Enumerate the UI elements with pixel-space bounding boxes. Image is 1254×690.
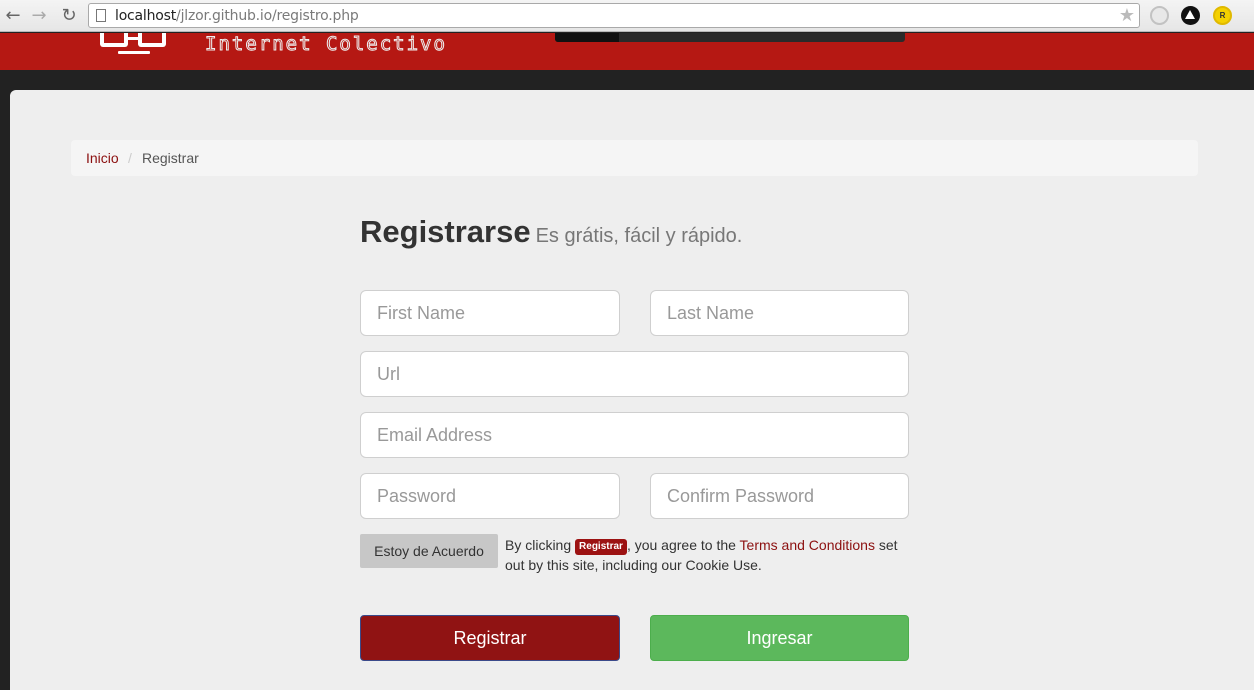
terms-conditions-link[interactable]: Terms and Conditions — [740, 537, 875, 553]
first-name-input[interactable] — [360, 290, 620, 336]
email-input[interactable] — [360, 412, 909, 458]
header-divider — [0, 70, 1254, 90]
reload-icon[interactable]: ↻ — [58, 5, 80, 27]
logo-text: Internet Colectivo — [205, 33, 447, 56]
browser-toolbar: ← → ↻ localhost/jlzor.github.io/registro… — [0, 0, 1254, 32]
breadcrumb-current: Registrar — [142, 150, 199, 166]
agree-button[interactable]: Estoy de Acuerdo — [360, 534, 498, 568]
url-text: localhost/jlzor.github.io/registro.php — [115, 8, 359, 24]
last-name-input[interactable] — [650, 290, 909, 336]
password-input[interactable] — [360, 473, 620, 519]
header-search-bar[interactable] — [555, 33, 905, 42]
terms-prefix: By clicking — [505, 537, 572, 553]
forward-arrow-icon[interactable]: → — [28, 5, 50, 27]
page-subtitle: Es grátis, fácil y rápido. — [535, 225, 743, 247]
address-bar[interactable]: localhost/jlzor.github.io/registro.php ★ — [88, 3, 1140, 28]
site-header: Internet Colectivo — [0, 33, 1254, 70]
page-icon — [96, 9, 106, 22]
main-panel: Inicio / Registrar Registrarse Es grátis,… — [10, 90, 1254, 690]
page-heading: Registrarse Es grátis, fácil y rápido. — [360, 214, 742, 250]
page-title: Registrarse — [360, 214, 531, 249]
breadcrumb-home-link[interactable]: Inicio — [86, 150, 119, 166]
terms-text: By clicking Registrar, you agree to the … — [505, 535, 915, 575]
login-button[interactable]: Ingresar — [650, 615, 909, 661]
register-badge: Registrar — [575, 539, 627, 555]
breadcrumb-separator: / — [128, 150, 132, 166]
back-arrow-icon[interactable]: ← — [2, 5, 24, 27]
url-path: /jlzor.github.io/registro.php — [176, 8, 359, 24]
terms-middle: , you agree to the — [626, 537, 736, 553]
breadcrumb: Inicio / Registrar — [71, 140, 1198, 176]
glasses-logo-icon[interactable] — [98, 33, 170, 57]
url-input[interactable] — [360, 351, 909, 397]
url-host: localhost — [115, 8, 177, 24]
star-icon[interactable]: ★ — [1119, 5, 1135, 26]
confirm-password-input[interactable] — [650, 473, 909, 519]
extension-triangle-icon[interactable] — [1181, 6, 1200, 25]
extension-circle-icon[interactable] — [1150, 6, 1169, 25]
extension-r-icon[interactable]: R — [1213, 6, 1232, 25]
register-button[interactable]: Registrar — [360, 615, 620, 661]
